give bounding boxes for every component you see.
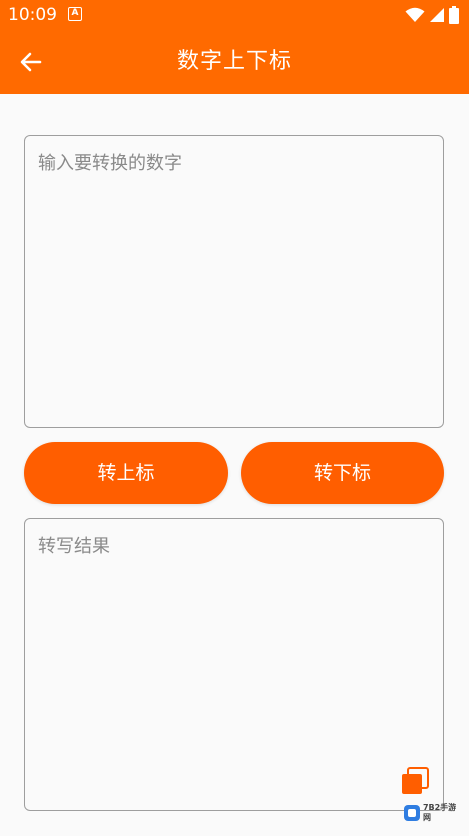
page-title: 数字上下标 [176,49,292,74]
copy-icon [402,767,429,794]
result-output[interactable] [25,519,443,810]
status-bar: 10:09 A [0,0,469,30]
app-bar: 数字上下标 [0,30,469,94]
result-output-container [24,518,444,811]
watermark-logo: 7B2手游网 [404,800,464,826]
watermark-text: 7B2手游网 [422,803,457,822]
copy-button[interactable] [400,766,430,796]
status-time: 10:09 [8,5,57,25]
number-input[interactable] [25,136,443,427]
signal-icon [430,8,444,22]
number-input-container [24,135,444,428]
notification-badge-icon: A [68,7,82,21]
wifi-icon [405,7,425,22]
superscript-button[interactable]: 转上标 [24,442,228,504]
subscript-button[interactable]: 转下标 [241,442,444,504]
watermark-icon [404,805,420,821]
battery-icon [449,6,459,24]
app-screen: 10:09 A 数字上下标 转上标 转下标 [0,0,469,836]
status-icons [405,5,459,25]
